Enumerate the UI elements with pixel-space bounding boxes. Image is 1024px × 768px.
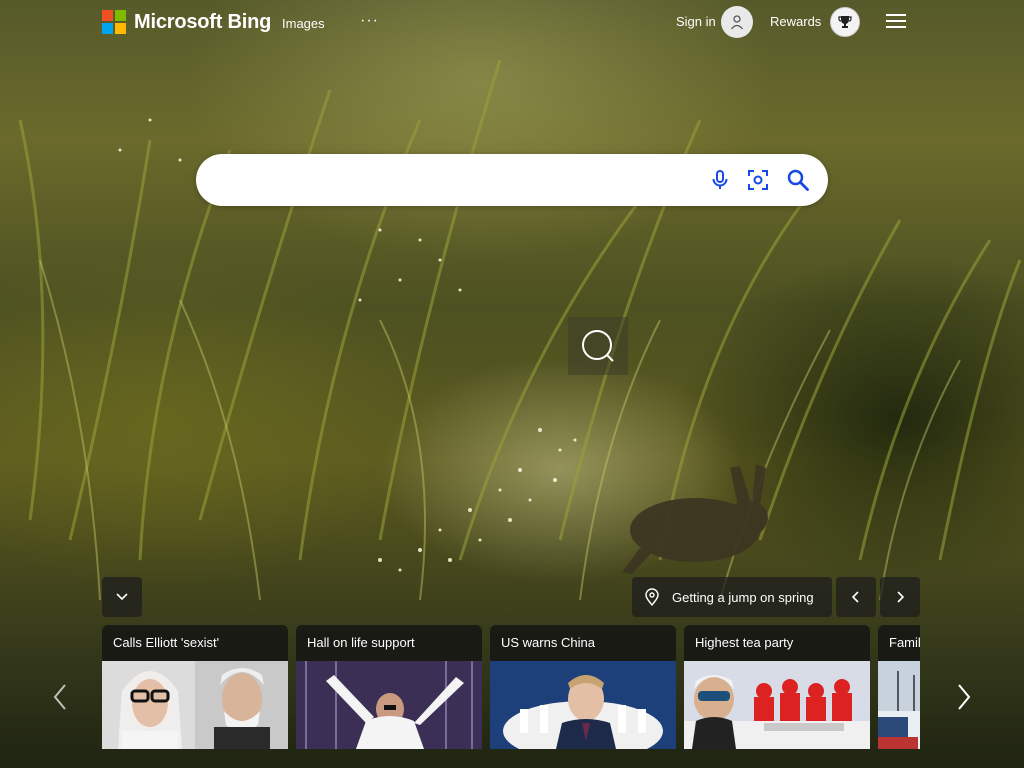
logo-text: Microsoft Bing: [134, 10, 272, 33]
collapse-feed-button[interactable]: [102, 577, 142, 617]
news-card-image: [296, 661, 482, 749]
chevron-left-icon: [851, 591, 859, 603]
search-box: [196, 154, 828, 206]
chevron-right-icon: [897, 591, 905, 603]
visual-search-icon[interactable]: [746, 168, 770, 192]
carousel-previous-button[interactable]: [48, 683, 72, 711]
search-input[interactable]: [220, 164, 694, 198]
news-card-image: [102, 661, 288, 749]
chevron-down-icon: [116, 593, 128, 601]
hamburger-menu-icon[interactable]: [886, 14, 906, 30]
top-bar: Microsoft Bing Images ··· Sign in Reward…: [0, 0, 1024, 46]
nav-more-button[interactable]: ···: [360, 12, 379, 30]
next-image-button[interactable]: [880, 577, 920, 617]
nav-images-link[interactable]: Images: [282, 16, 325, 31]
chevron-right-icon: [958, 684, 971, 710]
previous-image-button[interactable]: [836, 577, 876, 617]
microphone-icon[interactable]: [708, 168, 732, 192]
image-title: Getting a jump on spring: [672, 589, 814, 605]
news-carousel: Calls Elliott 'sexist' Hall on life supp…: [102, 625, 920, 749]
news-card-image: [684, 661, 870, 749]
sign-in-link[interactable]: Sign in: [676, 14, 716, 29]
avatar-icon[interactable]: [721, 6, 753, 38]
carousel-next-button[interactable]: [952, 683, 976, 711]
news-card[interactable]: Highest tea party: [684, 625, 870, 749]
person-icon: [730, 15, 744, 30]
chevron-left-icon: [53, 684, 66, 710]
news-card-image: [490, 661, 676, 749]
news-card-image: [878, 661, 920, 749]
news-card-title: Hall on life support: [307, 635, 415, 650]
trophy-icon[interactable]: [830, 7, 860, 37]
news-card[interactable]: Calls Elliott 'sexist': [102, 625, 288, 749]
location-pin-icon: [645, 588, 659, 606]
magnifier-icon[interactable]: [786, 168, 810, 192]
news-card-title: Family: [889, 635, 920, 650]
news-card-title: Calls Elliott 'sexist': [113, 635, 220, 650]
news-card-title: US warns China: [501, 635, 595, 650]
image-lens-button[interactable]: [568, 317, 628, 375]
bing-logo[interactable]: Microsoft Bing: [102, 10, 271, 34]
news-card[interactable]: US warns China: [490, 625, 676, 749]
image-info-button[interactable]: Getting a jump on spring: [632, 577, 832, 617]
rewards-link[interactable]: Rewards: [770, 14, 821, 29]
news-card[interactable]: Hall on life support: [296, 625, 482, 749]
lens-search-icon: [582, 330, 614, 362]
news-card-title: Highest tea party: [695, 635, 794, 650]
news-card[interactable]: Family: [878, 625, 920, 749]
microsoft-logo-icon: [102, 10, 126, 34]
